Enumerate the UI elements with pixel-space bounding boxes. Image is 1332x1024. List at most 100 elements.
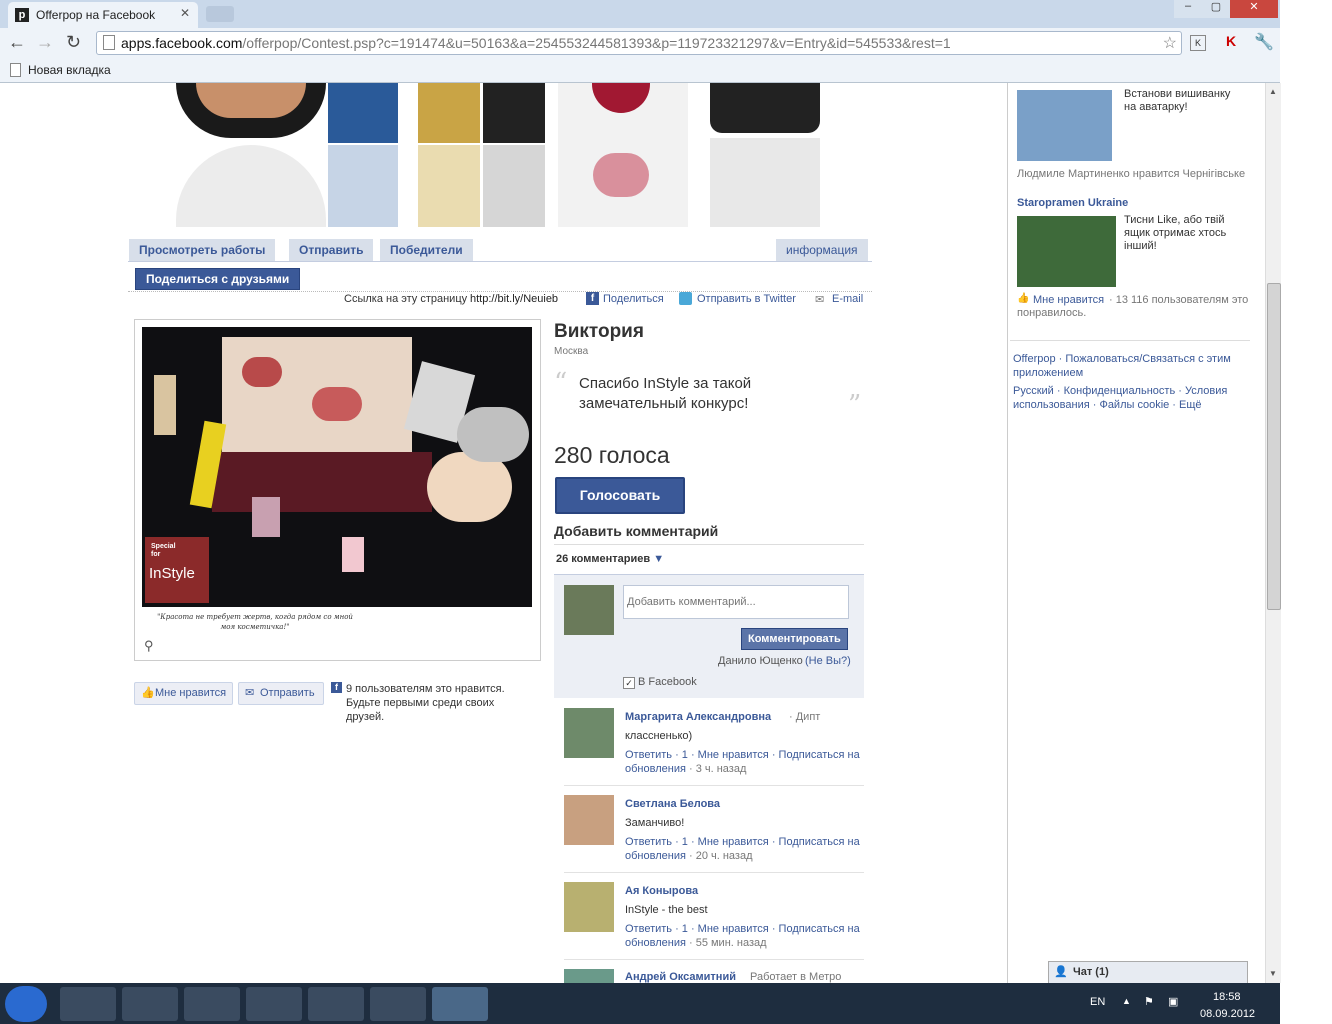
instyle-badge: Special for InStyle — [145, 537, 209, 603]
new-tab-button[interactable] — [206, 6, 234, 22]
comment-time: · 55 мин. назад — [688, 937, 767, 949]
comment-text: InStyle - the best — [625, 904, 708, 916]
back-icon[interactable]: ← — [8, 32, 26, 53]
taskbar-paint[interactable] — [370, 987, 426, 1021]
vote-count: 280 голоса — [554, 442, 670, 468]
tab-send[interactable]: Отправить — [289, 239, 374, 261]
forward-icon[interactable]: → — [36, 32, 54, 53]
reload-icon[interactable]: ↻ — [66, 32, 81, 53]
quote-open-icon: “ — [554, 368, 568, 398]
current-user: Данило Ющенко — [718, 655, 803, 667]
entry-quote: Спасибо InStyle за такой замечательный к… — [579, 375, 752, 412]
network-icon[interactable]: ▣ — [1168, 995, 1178, 1008]
entry-photo-frame: Special for InStyle "Красота не требует … — [134, 319, 541, 661]
extension-k-icon[interactable]: K — [1190, 35, 1206, 51]
address-bar[interactable]: apps.facebook.com/offerpop/Contest.psp?c… — [96, 31, 1182, 55]
divider — [564, 785, 864, 786]
ad2-title[interactable]: Staropramen Ukraine — [1017, 197, 1128, 209]
comment-time: · 20 ч. назад — [688, 850, 753, 862]
divider — [564, 872, 864, 873]
facebook-icon: f — [586, 292, 599, 305]
dotted-divider — [128, 291, 872, 292]
close-tab-icon[interactable]: ✕ — [180, 6, 190, 20]
zoom-icon[interactable]: ⚲ — [144, 638, 154, 654]
ad2-image[interactable] — [1017, 216, 1116, 287]
ad2-text: Тисни Like, або твій ящик отримає хтось … — [1124, 214, 1227, 252]
comment-submit-button[interactable]: Комментировать — [741, 628, 848, 650]
url-host: apps.facebook.com — [121, 35, 243, 51]
close-window-icon[interactable]: ✕ — [1230, 0, 1278, 18]
comment-actions[interactable]: Ответить · 1 · Мне нравится · Подписатьс… — [625, 748, 865, 776]
start-button[interactable] — [5, 986, 47, 1022]
divider — [564, 959, 864, 960]
taskbar-opera[interactable] — [308, 987, 364, 1021]
chat-user-icon: 👤 — [1054, 966, 1068, 978]
sidebar-footer-2[interactable]: Русский · Конфиденциальность · Условия и… — [1013, 384, 1253, 412]
share-email-link[interactable]: E-mail — [832, 293, 863, 305]
comment-text: Заманчиво! — [625, 817, 685, 829]
bookmark-star-icon[interactable]: ☆ — [1163, 33, 1177, 53]
comment-author[interactable]: Андрей Оксамитний — [625, 971, 736, 983]
offerpop-favicon-icon: p — [15, 8, 29, 22]
ad1-image[interactable] — [1017, 90, 1112, 161]
bookmark-new-tab[interactable]: Новая вкладка — [28, 63, 111, 77]
taskbar-chrome[interactable] — [432, 987, 488, 1021]
scrollbar-thumb[interactable] — [1267, 283, 1281, 610]
flag-icon[interactable]: ⚑ — [1144, 995, 1154, 1008]
browser-tab[interactable]: p Offerpop на Facebook ✕ — [8, 2, 198, 28]
list-item: Андрей Оксамитний Работает в Метро — [564, 969, 864, 983]
comments-header-line — [554, 544, 864, 545]
comment-actions[interactable]: Ответить · 1 · Мне нравится · Подписатьс… — [625, 922, 865, 950]
taskbar-explorer[interactable] — [122, 987, 178, 1021]
sidebar-footer-1[interactable]: Offerpop · Пожаловаться/Связаться с этим… — [1013, 352, 1253, 380]
comment-count-dropdown[interactable]: 26 комментариев ▼ — [556, 553, 664, 565]
share-facebook-link[interactable]: Поделиться — [603, 293, 664, 305]
scroll-up-icon[interactable]: ▲ — [1269, 87, 1277, 96]
send-button[interactable]: ✉ Отправить — [238, 682, 324, 705]
clock-time[interactable]: 18:58 — [1213, 991, 1241, 1003]
taskbar-floppy[interactable] — [184, 987, 240, 1021]
entry-photo[interactable]: Special for InStyle — [142, 327, 532, 607]
like-count-text: 9 пользователям это нравится. Будьте пер… — [346, 683, 505, 723]
comment-author[interactable]: Ая Конырова — [625, 885, 698, 897]
tab-view-works[interactable]: Просмотреть работы — [129, 239, 276, 261]
comment-actions[interactable]: Ответить · 1 · Мне нравится · Подписатьс… — [625, 835, 865, 863]
tab-winners[interactable]: Победители — [380, 239, 473, 261]
tabs-underline — [128, 261, 872, 262]
tab-info[interactable]: информация — [776, 239, 868, 261]
not-you-link[interactable]: (Не Вы?) — [805, 655, 851, 667]
maximize-icon[interactable]: ▢ — [1202, 0, 1230, 18]
send-icon: ✉ — [245, 687, 255, 699]
scroll-down-icon[interactable]: ▼ — [1269, 969, 1277, 978]
clock-date[interactable]: 08.09.2012 — [1200, 1008, 1255, 1020]
comment-author[interactable]: Маргарита Александровна — [625, 711, 771, 723]
ad2-count: · 13 116 пользователям это понравилось. — [1017, 294, 1257, 320]
tray-arrow-icon[interactable]: ▲ — [1122, 996, 1131, 1006]
share-twitter-link[interactable]: Отправить в Twitter — [697, 293, 796, 305]
scrollbar[interactable]: ▲ ▼ — [1265, 83, 1281, 983]
comment-text: классненько) — [625, 730, 693, 742]
taskbar-firefox[interactable] — [246, 987, 302, 1021]
vote-button[interactable]: Голосовать — [555, 477, 685, 514]
share-with-friends-button[interactable]: Поделиться с друзьями — [135, 268, 301, 290]
page-icon — [103, 35, 115, 50]
ad1-text: Встанови вишиванку на аватарку! — [1124, 88, 1231, 113]
ad2-count-text: · 13 116 пользователям это понравилось. — [1017, 294, 1249, 319]
comment-author[interactable]: Светлана Белова — [625, 798, 720, 810]
chevron-down-icon: ▼ — [653, 553, 665, 565]
like-button[interactable]: 👍 Мне нравится — [134, 682, 233, 705]
window-controls: – ▢ ✕ — [1174, 0, 1278, 18]
url-path: /offerpop/Contest.psp?c=191474&u=50163&a… — [242, 35, 951, 51]
language-indicator[interactable]: EN — [1090, 996, 1105, 1008]
comment-input[interactable] — [623, 585, 849, 619]
share-link-url[interactable]: http://bit.ly/Neuieb — [470, 293, 558, 305]
chat-tab[interactable]: 👤 Чат (1) — [1048, 961, 1248, 984]
ad1-social: Людмиле Мартиненко нравится Чернігівське — [1017, 168, 1246, 180]
minimize-icon[interactable]: – — [1174, 0, 1202, 18]
share-link-label: Ссылка на эту страницу — [344, 293, 468, 305]
wrench-icon[interactable]: 🔧 — [1254, 32, 1274, 52]
facebook-checkbox-label: В Facebook — [638, 676, 697, 688]
facebook-checkbox[interactable]: ✓ — [623, 677, 635, 689]
kaspersky-icon[interactable]: K — [1226, 33, 1236, 49]
taskbar-media-player[interactable] — [60, 987, 116, 1021]
